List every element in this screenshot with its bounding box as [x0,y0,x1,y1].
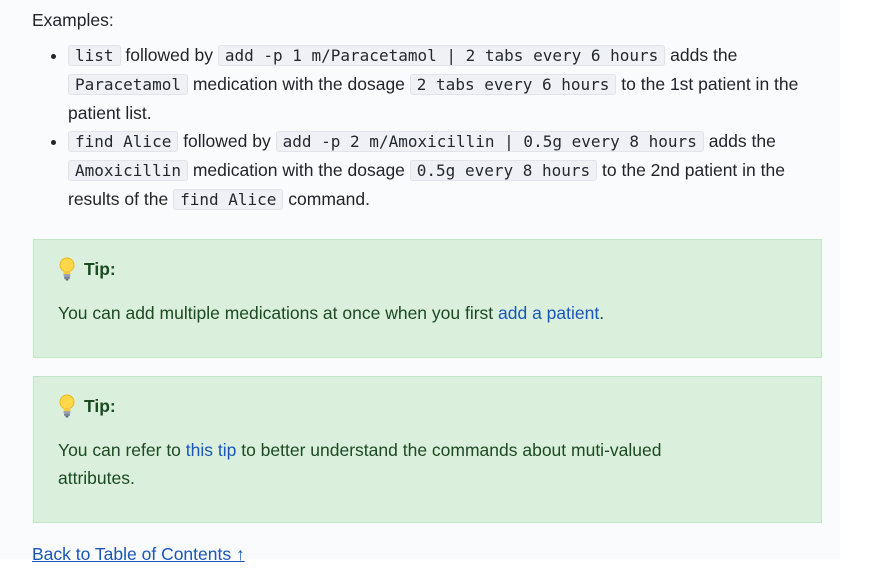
inline-code: add -p 2 m/Amoxicillin | 0.5g every 8 ho… [275,131,704,152]
tip-title: Tip: [84,396,116,416]
inline-code: 2 tabs every 6 hours [409,74,617,95]
back-to-toc-link[interactable]: Back to Table of Contents ↑ [32,540,245,568]
example-text: medication with the dosage [187,160,410,180]
add-a-patient-link[interactable]: add a patient [498,303,599,323]
tip-text-after: . [599,303,605,323]
tip-box: Tip: You can refer to this tip to better… [33,376,822,523]
tip-header: Tip: [58,392,116,420]
example-item: list followed by add -p 1 m/Paracetamol … [68,41,832,127]
examples-section: Examples: list followed by add -p 1 m/Pa… [32,6,832,214]
inline-code: Paracetamol [68,74,188,95]
example-text: followed by [120,45,218,65]
this-tip-link[interactable]: this tip [186,440,237,460]
example-text: medication with the dosage [187,74,410,94]
inline-code: 0.5g every 8 hours [409,160,598,181]
example-text: adds the [703,131,776,151]
tip-text: You can refer to this tip to better unde… [58,436,718,492]
tip-box: Tip: You can add multiple medications at… [33,239,822,358]
tip-text-before: You can refer to [58,440,186,460]
inline-code: find Alice [173,189,284,210]
inline-code: list [68,45,121,66]
tip-header: Tip: [58,255,116,283]
examples-list: list followed by add -p 1 m/Paracetamol … [32,41,832,214]
lightbulb-icon [58,393,76,419]
example-text: command. [283,189,370,209]
lightbulb-icon [58,256,76,282]
example-text: followed by [178,131,276,151]
example-text: adds the [665,45,738,65]
example-item: find Alice followed by add -p 2 m/Amoxic… [68,127,832,214]
tip-title: Tip: [84,259,116,279]
inline-code: Amoxicillin [68,160,188,181]
tip-text: You can add multiple medications at once… [58,299,758,327]
inline-code: find Alice [68,131,179,152]
tip-text-before: You can add multiple medications at once… [58,303,499,323]
examples-heading: Examples: [32,10,114,30]
inline-code: add -p 1 m/Paracetamol | 2 tabs every 6 … [217,45,666,66]
